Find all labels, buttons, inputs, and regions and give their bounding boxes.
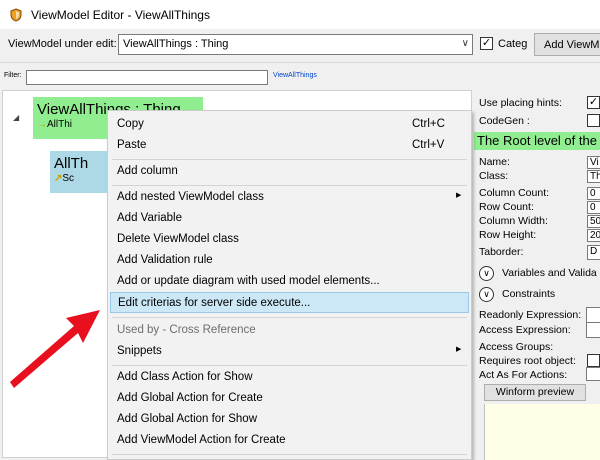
preview-area xyxy=(484,404,600,460)
menu-item-label: Snippets xyxy=(117,345,162,357)
constraints-section-label[interactable]: Constraints xyxy=(502,288,555,300)
taborder-label: Taborder: xyxy=(479,246,524,258)
column-count-field[interactable]: 0 xyxy=(587,187,600,200)
menu-item-delete-viewmodel-class[interactable]: Delete ViewModel class xyxy=(110,229,469,250)
toolbar: ViewModel under edit: ViewAllThings : Th… xyxy=(0,29,600,61)
act-as-for-actions-input[interactable] xyxy=(586,367,600,381)
window-title: ViewModel Editor - ViewAllThings xyxy=(31,7,210,22)
use-placing-hints-label: Use placing hints: xyxy=(479,97,562,109)
readonly-expression-input[interactable] xyxy=(586,307,600,323)
key-icon: → xyxy=(37,119,47,130)
menu-item-paste[interactable]: Paste Ctrl+V xyxy=(110,135,469,156)
root-level-banner: The Root level of the xyxy=(474,132,600,150)
menu-item-edit-criterias[interactable]: Edit criterias for server side execute..… xyxy=(110,292,469,313)
filter-label: Filter: xyxy=(4,72,22,79)
menu-item-shortcut: Ctrl+V xyxy=(412,139,445,151)
menu-item-label: Add ViewModel Action for Create xyxy=(117,434,286,446)
act-as-for-actions-label: Act As For Actions: xyxy=(479,369,568,381)
menu-separator xyxy=(112,159,467,160)
codegen-checkbox[interactable] xyxy=(587,114,600,127)
access-expression-input[interactable] xyxy=(586,322,600,338)
menu-item-used-by-cross-reference: Used by - Cross Reference xyxy=(110,320,469,341)
winform-preview-button[interactable]: Winform preview xyxy=(484,384,586,401)
access-expression-label: Access Expression: xyxy=(479,324,571,336)
column-width-label: Column Width: xyxy=(479,215,548,227)
context-menu: Copy Ctrl+C Paste Ctrl+V Add column Add … xyxy=(107,110,472,460)
access-groups-label: Access Groups: xyxy=(479,341,554,353)
filter-link[interactable]: ViewAllThings xyxy=(273,72,317,79)
readonly-expression-label: Readonly Expression: xyxy=(479,309,582,321)
menu-item-add-variable[interactable]: Add Variable xyxy=(110,208,469,229)
menu-item-label: Delete ViewModel class xyxy=(117,233,239,245)
title-bar: ViewModel Editor - ViewAllThings xyxy=(0,0,600,29)
column-width-field[interactable]: 50 xyxy=(587,215,600,228)
submenu-arrow-icon: ▶ xyxy=(456,346,462,353)
menu-item-add-column[interactable]: Add column xyxy=(110,161,469,182)
viewmodel-label: ViewModel under edit: xyxy=(8,38,117,50)
menu-item-label: Edit criterias for server side execute..… xyxy=(118,297,311,309)
child-node-attribute: ↗Sc xyxy=(54,173,106,184)
chevron-down-icon[interactable]: ∨ xyxy=(462,38,469,49)
column-count-label: Column Count: xyxy=(479,187,550,199)
child-node-attribute-text: Sc xyxy=(62,173,75,184)
expand-circle-icon[interactable]: ∨ xyxy=(479,266,494,281)
menu-separator xyxy=(112,454,467,455)
menu-item-label: Add Global Action for Create xyxy=(117,392,263,404)
expand-triangle-icon[interactable]: ◢ xyxy=(13,113,19,122)
menu-item-label: Add Class Action for Show xyxy=(117,371,253,383)
menu-item-label: Add column xyxy=(117,165,178,177)
codegen-label: CodeGen : xyxy=(479,115,530,127)
viewmodel-select[interactable]: ViewAllThings : Thing ∨ xyxy=(118,34,473,55)
menu-item-label: Add Validation rule xyxy=(117,254,213,266)
menu-item-add-class-action-show[interactable]: Add Class Action for Show xyxy=(110,367,469,388)
categ-label: Categ xyxy=(498,38,528,50)
menu-item-add-global-action-show[interactable]: Add Global Action for Show xyxy=(110,409,469,430)
row-height-label: Row Height: xyxy=(479,229,537,241)
class-label: Class: xyxy=(479,170,509,182)
child-node-title: AllTh xyxy=(54,155,89,172)
expand-circle-icon[interactable]: ∨ xyxy=(479,287,494,302)
name-label: Name: xyxy=(479,156,510,168)
properties-panel: Use placing hints: ✓ CodeGen : The Root … xyxy=(474,90,600,460)
taborder-select[interactable]: D xyxy=(587,245,600,260)
menu-item-add-nested-viewmodel[interactable]: Add nested ViewModel class ▶ xyxy=(110,187,469,208)
name-field[interactable]: Vi xyxy=(587,156,600,169)
shield-logo-icon xyxy=(10,7,22,22)
menu-item-label: Add Variable xyxy=(117,212,182,224)
menu-separator xyxy=(112,365,467,366)
menu-item-shortcut: Ctrl+C xyxy=(412,118,445,130)
menu-item-snippets[interactable]: Snippets ▶ xyxy=(110,341,469,362)
menu-item-add-validation-rule[interactable]: Add Validation rule xyxy=(110,250,469,271)
menu-item-add-viewmodel-action-create[interactable]: Add ViewModel Action for Create xyxy=(110,430,469,451)
categ-checkbox[interactable]: ✓ xyxy=(480,37,493,50)
row-count-field[interactable]: 0 xyxy=(587,201,600,214)
use-placing-hints-checkbox[interactable]: ✓ xyxy=(587,96,600,109)
menu-separator xyxy=(112,185,467,186)
add-viewmodel-button[interactable]: Add ViewM xyxy=(534,33,600,56)
menu-item-copy[interactable]: Copy Ctrl+C xyxy=(110,114,469,135)
tree-node-child[interactable]: AllTh ↗Sc xyxy=(50,151,110,193)
viewmodel-select-value: ViewAllThings : Thing xyxy=(123,38,229,50)
menu-item-label: Paste xyxy=(117,139,147,151)
class-field[interactable]: Th xyxy=(587,170,600,183)
row-count-label: Row Count: xyxy=(479,201,534,213)
menu-item-add-update-diagram[interactable]: Add or update diagram with used model el… xyxy=(110,271,469,292)
menu-item-label: Add nested ViewModel class xyxy=(117,191,264,203)
menu-item-label: Used by - Cross Reference xyxy=(117,324,256,336)
filter-input[interactable] xyxy=(26,70,268,85)
root-node-attribute-text: AllThi xyxy=(47,119,73,130)
divider xyxy=(0,62,600,63)
requires-root-object-label: Requires root object: xyxy=(479,355,576,367)
variables-section-label[interactable]: Variables and Valida xyxy=(502,267,597,279)
row-height-field[interactable]: 20 xyxy=(587,229,600,242)
requires-root-object-checkbox[interactable] xyxy=(587,354,600,367)
menu-item-add-global-action-create[interactable]: Add Global Action for Create xyxy=(110,388,469,409)
menu-separator xyxy=(112,317,467,318)
submenu-arrow-icon: ▶ xyxy=(456,192,462,199)
menu-item-label: Add Global Action for Show xyxy=(117,413,257,425)
menu-item-label: Add or update diagram with used model el… xyxy=(117,275,380,287)
menu-item-label: Copy xyxy=(117,118,144,130)
